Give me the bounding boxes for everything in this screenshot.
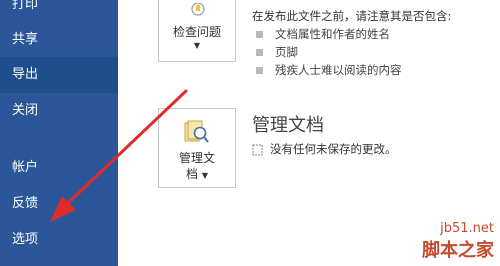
watermark: jb51.net 脚本之家: [422, 221, 494, 262]
watermark-line1: jb51.net: [440, 221, 494, 236]
watermark-line2: 脚本之家: [422, 240, 494, 261]
